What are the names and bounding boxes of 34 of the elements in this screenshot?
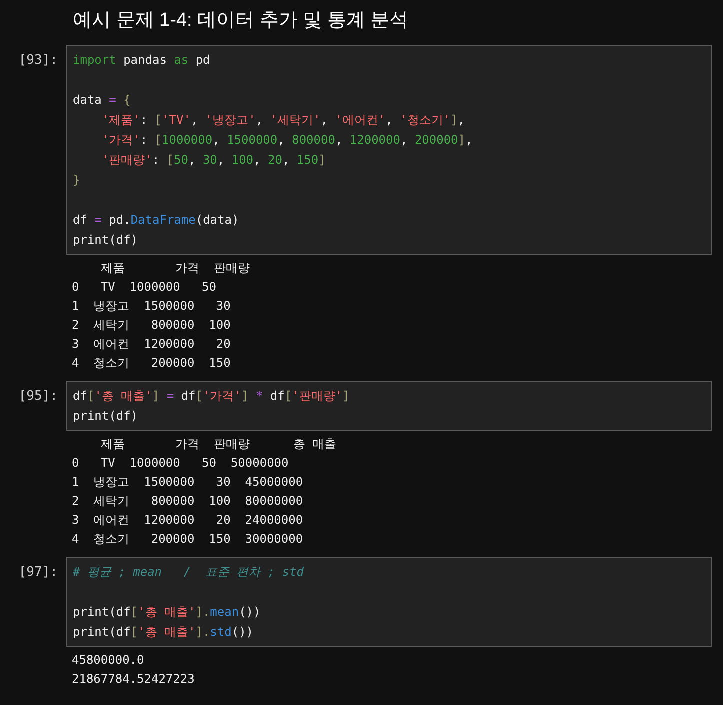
output-line: 0 TV 1000000 50 50000000 [72, 454, 289, 472]
code-line: '가격': [1000000, 1500000, 800000, 1200000, 200000], [100, 132, 473, 148]
code-line: '판매량': [50, 30, 100, 20, 150] [100, 152, 326, 168]
output-line: 21867784.52427223 [72, 670, 195, 688]
code-line: print(df['총 매출'].mean()) [73, 604, 261, 620]
cell-prompt: [95]: [18, 388, 58, 406]
output-line: 2 세탁기 800000 100 [72, 316, 231, 334]
code-line: df['총 매출'] = df['가격'] * df['판매량'] [73, 388, 350, 404]
code-line: print(df['총 매출'].std()) [73, 624, 254, 640]
code-cell[interactable]: df['총 매출'] = df['가격'] * df['판매량'] print(df) [66, 380, 712, 430]
code-line: print(df) [73, 232, 138, 248]
output-line: 0 TV 1000000 50 [72, 278, 216, 296]
code-cell[interactable]: import pandas as pd data = { '제품': ['TV', '냉장고', '세탁기', '에어컨', '청소기'], '가격': [1000000, 1500000, 800000, 1200000, 200000], '판매량': [50, 30, 100, 20, 150] } df = pd.DataFrame(data) print(df) [66, 44, 712, 254]
code-line: # 평균 ; mean / 표준 편차 ; std [73, 564, 304, 580]
output-line: 4 청소기 200000 150 30000000 [72, 530, 304, 548]
output-line: 45800000.0 [72, 652, 144, 668]
code-line: } [73, 172, 80, 188]
output-line: 2 세탁기 800000 100 80000000 [72, 492, 304, 510]
code-line: '제품': ['TV', '냉장고', '세탁기', '에어컨', '청소기'], [100, 112, 466, 128]
code-line: df = pd.DataFrame(data) [73, 212, 240, 228]
section-heading: 예시 문제 1-4: 데이터 추가 및 통계 분석 [73, 9, 410, 33]
code-cell[interactable]: # 평균 ; mean / 표준 편차 ; std print(df['총 매출'].mean()) print(df['총 매출'].std()) [66, 556, 712, 646]
output-line: 제품 가격 판매량 [100, 260, 250, 276]
output-line: 1 냉장고 1500000 30 [72, 298, 231, 314]
output-line: 3 에어컨 1200000 20 24000000 [72, 512, 304, 528]
cell-prompt: [93]: [18, 52, 58, 70]
output-line: 제품 가격 판매량 총 매출 [100, 436, 336, 452]
code-line: print(df) [73, 408, 138, 424]
output-line: 1 냉장고 1500000 30 45000000 [72, 474, 304, 490]
code-line: data = { [73, 92, 131, 108]
cell-prompt: [97]: [18, 564, 58, 582]
output-line: 4 청소기 200000 150 [72, 354, 231, 372]
code-line: import pandas as pd [73, 52, 210, 68]
output-line: 3 에어컨 1200000 20 [72, 336, 231, 352]
